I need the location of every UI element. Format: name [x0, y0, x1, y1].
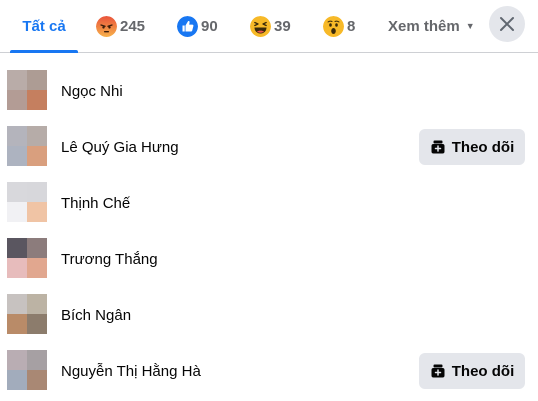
person-name[interactable]: Trương Thắng: [61, 231, 158, 287]
person-name[interactable]: Ngọc Nhi: [61, 63, 123, 119]
avatar[interactable]: [7, 126, 47, 166]
haha-reaction-icon: [250, 15, 271, 37]
angry-reaction-icon: [96, 15, 117, 37]
list-item: Trương Thắng: [0, 231, 538, 287]
tab-all[interactable]: Tất cả: [10, 0, 78, 53]
list-item: Ngọc Nhi: [0, 63, 538, 119]
tab-haha[interactable]: 39: [250, 0, 291, 52]
like-reaction-icon: [177, 15, 198, 37]
follow-icon: [431, 364, 445, 378]
list-item: Thịnh Chế: [0, 175, 538, 231]
wow-count: 8: [347, 17, 356, 35]
follow-label: Theo dõi: [451, 138, 515, 156]
person-name[interactable]: Thịnh Chế: [61, 175, 130, 231]
close-button[interactable]: [489, 6, 525, 42]
follow-label: Theo dõi: [451, 362, 515, 380]
tab-more[interactable]: Xem thêm ▼: [388, 0, 475, 52]
list-item: Bích Ngân: [0, 287, 538, 343]
follow-button[interactable]: Theo dõi: [419, 129, 525, 165]
avatar[interactable]: [7, 182, 47, 222]
tab-angry[interactable]: 245: [96, 0, 145, 52]
reaction-tabs: Tất cả 245 90 39 8 Xem thêm ▼: [0, 0, 538, 53]
haha-count: 39: [274, 17, 291, 35]
follow-button[interactable]: Theo dõi: [419, 353, 525, 389]
person-name[interactable]: Lê Quý Gia Hưng: [61, 119, 179, 175]
follow-icon: [431, 140, 445, 154]
avatar[interactable]: [7, 238, 47, 278]
avatar[interactable]: [7, 294, 47, 334]
person-name[interactable]: Nguyễn Thị Hằng Hà: [61, 343, 201, 399]
tab-like[interactable]: 90: [177, 0, 218, 52]
tab-more-label: Xem thêm: [388, 17, 460, 35]
avatar[interactable]: [7, 70, 47, 110]
like-count: 90: [201, 17, 218, 35]
close-icon: [500, 17, 514, 31]
tab-all-label: Tất cả: [22, 17, 66, 35]
person-name[interactable]: Bích Ngân: [61, 287, 131, 343]
avatar[interactable]: [7, 350, 47, 390]
list-item: Nguyễn Thị Hằng Hà Theo dõi: [0, 343, 538, 399]
tab-wow[interactable]: 8: [323, 0, 355, 52]
reaction-people-list: Ngọc Nhi Lê Quý Gia Hưng Theo dõi Thịnh …: [0, 63, 538, 399]
list-item: Lê Quý Gia Hưng Theo dõi: [0, 119, 538, 175]
caret-down-icon: ▼: [465, 21, 475, 31]
angry-count: 245: [120, 17, 146, 35]
wow-reaction-icon: [323, 15, 344, 37]
